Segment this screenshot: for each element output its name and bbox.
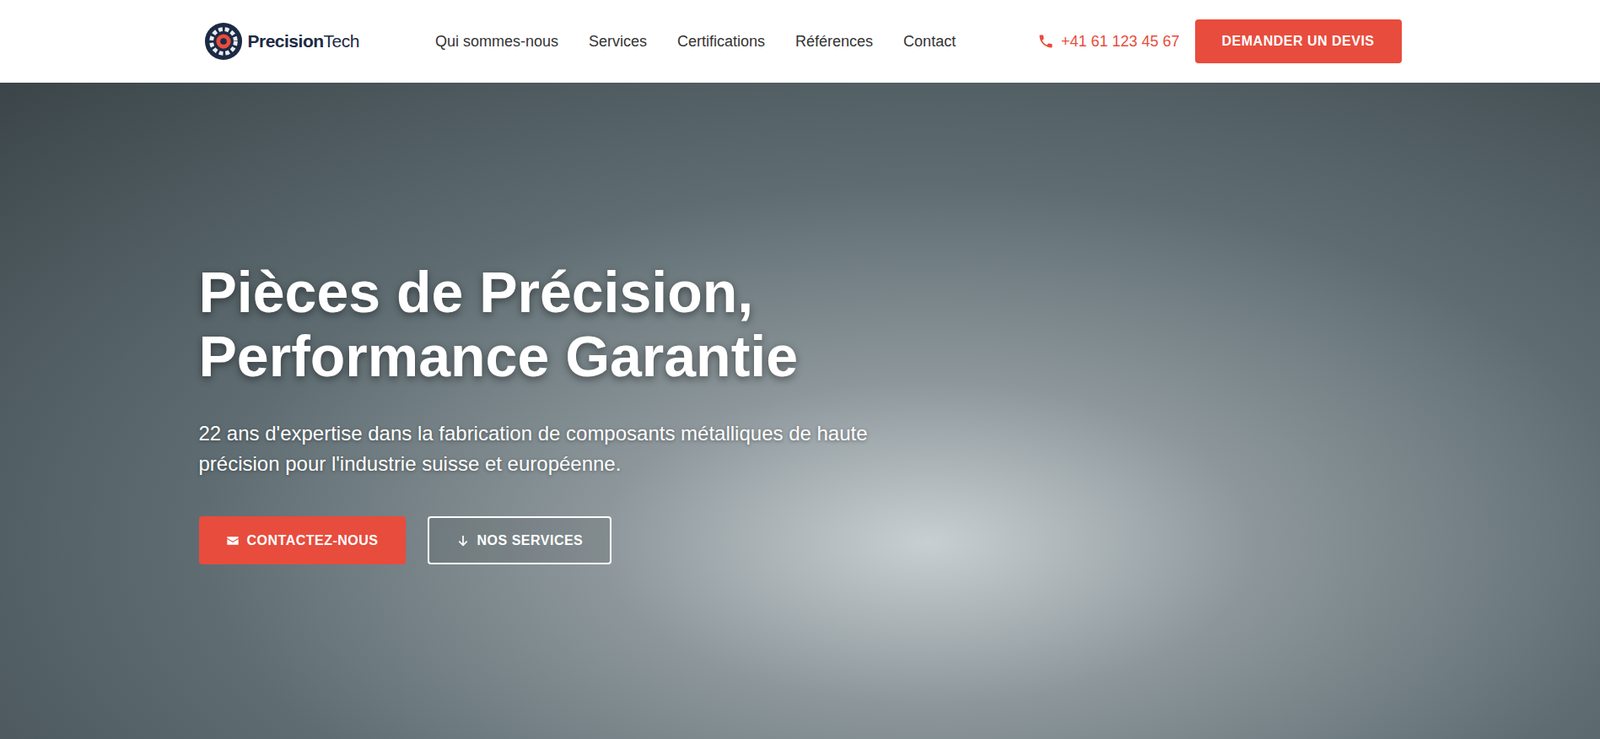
phone-link[interactable]: +41 61 123 45 67: [1037, 32, 1180, 51]
gear-logo-icon: [204, 21, 243, 61]
nav-item[interactable]: Contact: [903, 32, 956, 51]
nav-item[interactable]: Services: [588, 32, 647, 51]
nav-item[interactable]: Certifications: [677, 32, 765, 51]
nav-item[interactable]: Références: [795, 32, 873, 51]
envelope-icon: [226, 533, 240, 548]
hero-subtitle: 22 ans d'expertise dans la fabrication d…: [199, 418, 874, 480]
primary-button[interactable]: CONTACTEZ-NOUS: [199, 516, 406, 565]
phone-icon: [1037, 32, 1055, 50]
hero-title: Pièces de Précision,Performance Garantie: [199, 259, 1402, 388]
main-nav: Qui sommes-nous Services Certifications Réf…: [435, 32, 956, 51]
outline-button[interactable]: NOS SERVICES: [427, 516, 613, 565]
nav-item[interactable]: Qui sommes-nous: [435, 32, 559, 51]
hero-photo: [0, 82, 1600, 739]
hero: Pièces de Précision,Performance Garantie…: [0, 82, 1600, 739]
site-header: PrecisionTech Qui sommes-nous Services Cer…: [0, 0, 1600, 83]
logo[interactable]: PrecisionTech: [204, 21, 360, 61]
arrow-down-icon: [456, 533, 470, 548]
quote-button[interactable]: DEMANDER UN DEVIS: [1195, 19, 1402, 64]
